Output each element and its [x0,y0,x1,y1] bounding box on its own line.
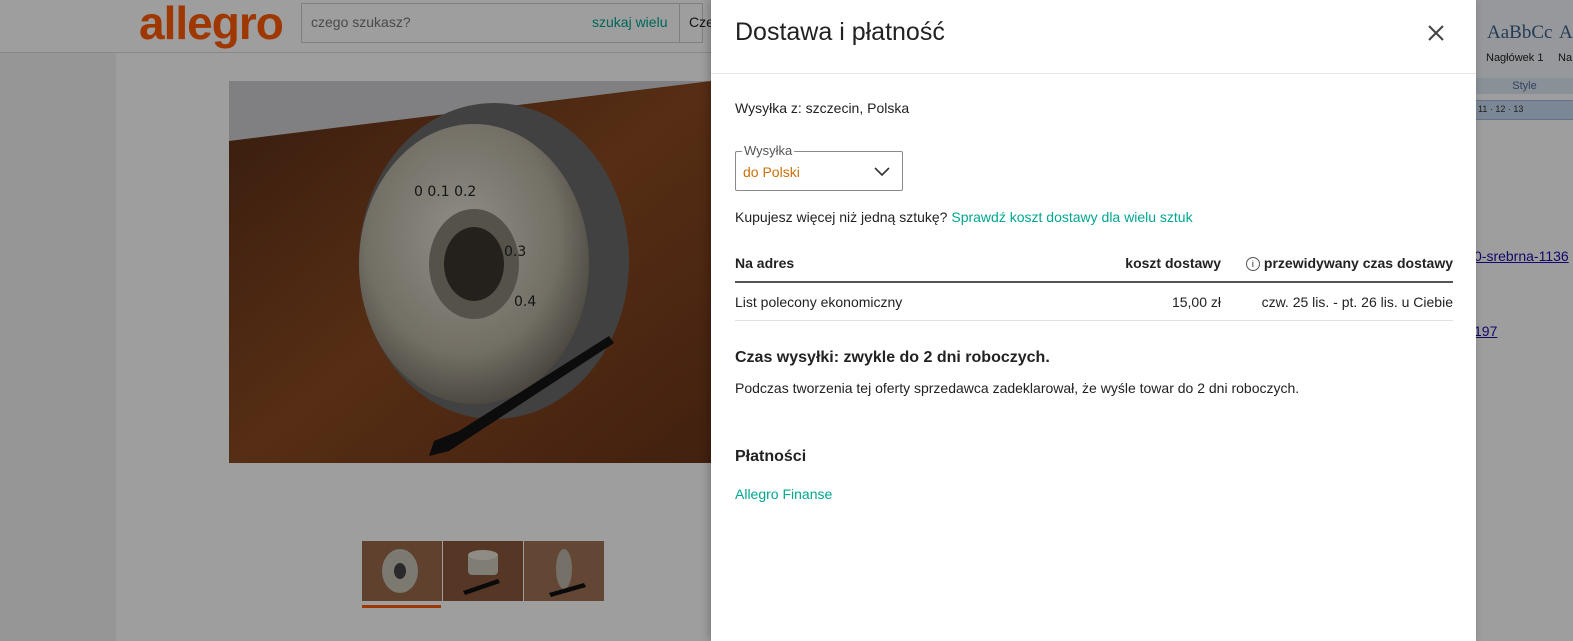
delivery-payment-dialog: Dostawa i płatność Wysyłka z: szczecin, … [711,0,1476,641]
select-legend: Wysyłka [742,143,795,158]
info-icon[interactable]: i [1245,257,1260,271]
table-header-divider [735,281,1453,283]
col-header-cost: koszt dostawy [1125,255,1221,271]
chevron-down-icon [874,167,890,177]
dispatch-text: Podczas tworzenia tej oferty sprzedawca … [735,380,1300,396]
dialog-header: Dostawa i płatność [711,0,1476,74]
multi-item-cost-link[interactable]: Sprawdź koszt dostawy dla wielu sztuk [951,209,1192,225]
col-header-address: Na adres [735,255,795,271]
dialog-title: Dostawa i płatność [735,18,945,46]
dispatch-heading: Czas wysyłki: zwykle do 2 dni roboczych. [735,349,1050,366]
shipping-destination-select[interactable]: Wysyłka do Polski [735,143,903,191]
row-cost: 15,00 zł [1171,294,1221,310]
select-value: do Polski [743,164,800,180]
payments-heading: Płatności [735,448,807,465]
row-method: List polecony ekonomiczny [735,294,903,310]
close-icon [1428,25,1444,41]
col-header-time: i przewidywany czas dostawy [1245,255,1453,271]
ship-from-text: Wysyłka z: szczecin, Polska [735,100,910,116]
multi-item-question: Kupujesz więcej niż jedną sztukę? [735,209,948,225]
table-row-divider [735,320,1453,321]
payment-method-link[interactable]: Allegro Finanse [735,486,832,502]
row-time: czw. 25 lis. - pt. 26 lis. u Ciebie [1261,294,1453,310]
multi-item-line: Kupujesz więcej niż jedną sztukę? Sprawd… [735,209,1193,225]
close-button[interactable] [1423,20,1449,46]
col-header-time-label: przewidywany czas dostawy [1263,255,1453,271]
